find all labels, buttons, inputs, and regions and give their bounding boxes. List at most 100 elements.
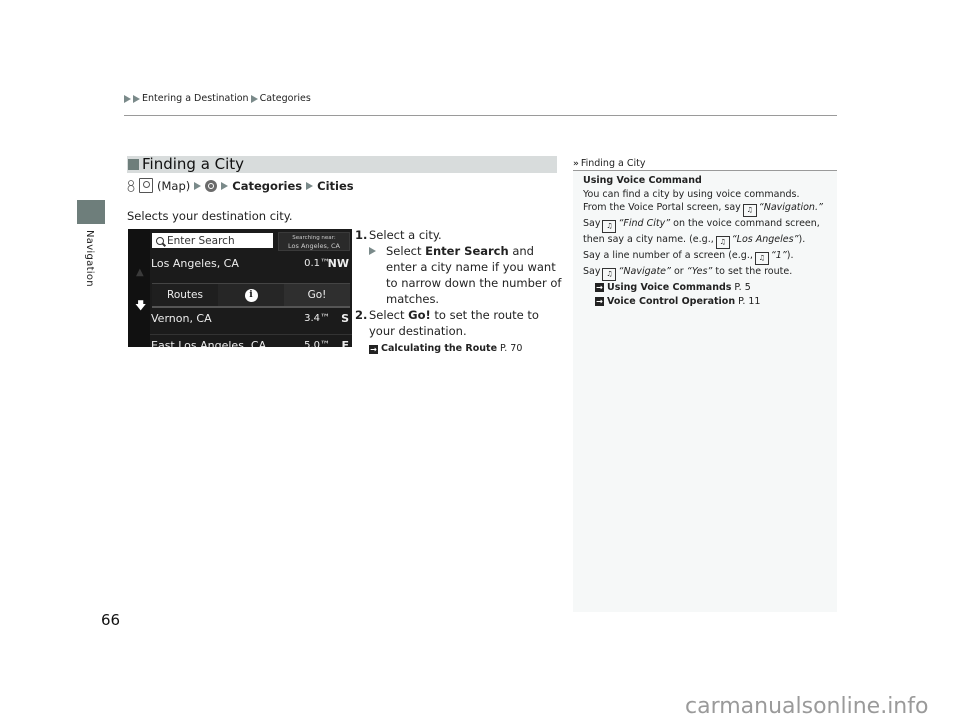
result-direction: NW	[327, 257, 349, 270]
search-input[interactable]: Enter Search	[152, 233, 273, 248]
notes-text: ).	[786, 250, 794, 261]
page-number: 66	[101, 611, 121, 629]
watermark: carmanualsonline.info	[685, 694, 929, 719]
notes-line: You can find a city by using voice comma…	[583, 188, 800, 200]
cross-reference-link[interactable]: → Calculating the Route P. 70	[369, 341, 565, 357]
info-icon: i	[244, 288, 258, 302]
result-name: Los Angeles, CA	[151, 257, 239, 270]
reference-page: P. 5	[734, 282, 751, 293]
step-1-substep: Select Enter Search and enter a city nam…	[369, 243, 565, 307]
arrow-up-icon[interactable]: ▲	[136, 267, 144, 278]
voice-command-text: “Los Angeles”	[731, 234, 799, 245]
device-screenshot: ▲ 🡇 Enter Search Searching near: Los Ang…	[128, 229, 352, 347]
result-name: Vernon, CA	[151, 312, 212, 325]
voice-command-text: “Navigate”	[618, 266, 671, 277]
result-row[interactable]: Los Angeles, CA 0.1™ NW	[150, 251, 352, 279]
notes-line: Say a line number of a screen (e.g., ♫ “1”…	[583, 249, 837, 265]
step-2: 2. Select Go! to set the route to your d…	[355, 307, 565, 339]
instruction-steps: 1. Select a city. Select Enter Search an…	[355, 227, 565, 357]
step-number: 2.	[355, 308, 368, 322]
path-step-cities: Cities	[317, 178, 354, 193]
notes-header: » Finding a City	[573, 157, 837, 171]
path-arrow-icon	[194, 181, 202, 190]
breadcrumb-arrow-icon	[133, 94, 140, 103]
double-chevron-icon: »	[573, 158, 579, 169]
go-term: Go!	[408, 308, 431, 322]
notes-text: or	[673, 266, 684, 277]
voice-command-text: “Find City”	[618, 218, 671, 229]
notes-text: then say a city name. (e.g.,	[583, 234, 714, 245]
substep-text: Select	[386, 244, 426, 258]
breadcrumb: Entering a Destination Categories	[124, 93, 311, 104]
routes-button[interactable]: Routes	[152, 284, 218, 306]
voice-command-icon: ♫	[602, 268, 617, 281]
notes-header-title: Finding a City	[580, 158, 646, 169]
chapter-tab-label: Navigation	[84, 230, 95, 287]
substep-arrow-icon	[369, 247, 376, 255]
reference-arrow-icon: →	[595, 296, 604, 306]
voice-command-icon: ♫	[742, 204, 757, 217]
result-distance: 3.4™	[304, 313, 330, 324]
result-actions: Routes i Go!	[152, 283, 350, 308]
breadcrumb-arrow-icon	[250, 94, 258, 103]
section-square-icon	[128, 159, 139, 170]
notes-text: Say a line number of a screen (e.g.,	[583, 250, 753, 261]
notes-line: Say ♫ “Find City” on the voice command scr…	[583, 217, 837, 233]
menu-path: (Map) Categories Cities	[127, 178, 354, 193]
voice-command-text: “1”	[770, 250, 787, 261]
map-label: (Map)	[157, 178, 191, 193]
searching-near-value: Los Angeles, CA	[288, 242, 340, 250]
searching-near-label: Searching near:	[292, 235, 336, 241]
path-arrow-icon	[306, 181, 314, 190]
scroll-bar[interactable]: ▲ 🡇	[128, 229, 150, 347]
info-button[interactable]: i	[218, 284, 284, 306]
header-divider	[124, 115, 837, 116]
path-arrow-icon	[221, 181, 229, 190]
reference-title: Calculating the Route	[381, 343, 498, 354]
reference-arrow-icon: →	[369, 344, 378, 354]
cross-reference-link[interactable]: → Voice Control Operation P. 11	[595, 295, 837, 309]
result-row[interactable]: East Los Angeles, CA 5.0™ E	[150, 333, 352, 347]
map-icon	[139, 178, 153, 193]
notes-text: to set the route.	[715, 266, 793, 277]
step-number: 1.	[355, 228, 368, 242]
result-distance: 5.0™	[304, 340, 330, 347]
reference-page: P. 70	[500, 343, 523, 354]
notes-line: From the Voice Portal screen, say ♫ “Navig…	[583, 201, 837, 217]
breadcrumb-arrow-icon	[124, 94, 131, 103]
breadcrumb-item[interactable]: Entering a Destination	[142, 93, 249, 104]
chapter-tab-marker	[77, 200, 105, 224]
step-1: 1. Select a city.	[355, 227, 565, 243]
notes-body: Using Voice Command You can find a city …	[573, 171, 837, 308]
notes-title: Using Voice Command	[583, 175, 702, 186]
reference-arrow-icon: →	[595, 283, 604, 293]
search-icon	[156, 236, 164, 245]
voice-command-icon: ♫	[602, 220, 617, 233]
path-step-categories: Categories	[232, 178, 303, 193]
notes-text: Say	[583, 266, 601, 277]
reference-page: P. 11	[738, 295, 761, 307]
result-name: East Los Angeles, CA	[151, 339, 267, 347]
result-direction: S	[341, 312, 349, 325]
reference-title: Voice Control Operation	[607, 295, 736, 307]
reference-title: Using Voice Commands	[607, 282, 732, 293]
notes-text: Say	[583, 218, 601, 229]
result-distance: 0.1™	[304, 258, 330, 269]
home-button-icon	[127, 179, 135, 192]
result-row[interactable]: Vernon, CA 3.4™ S	[150, 306, 352, 334]
section-header: Finding a City	[127, 156, 557, 173]
voice-command-text: “Yes”	[686, 266, 713, 277]
searching-near-button[interactable]: Searching near: Los Angeles, CA	[278, 232, 350, 251]
go-button[interactable]: Go!	[284, 284, 350, 306]
notes-sidebar: » Finding a City Using Voice Command You…	[573, 157, 837, 612]
notes-line: then say a city name. (e.g., ♫ “Los Angele…	[583, 233, 837, 249]
section-description: Selects your destination city.	[127, 209, 293, 223]
breadcrumb-item[interactable]: Categories	[260, 93, 311, 104]
step-text: Select a city.	[369, 228, 442, 242]
cross-reference-link[interactable]: → Using Voice Commands P. 5	[595, 281, 837, 295]
search-placeholder: Enter Search	[167, 234, 235, 247]
arrow-down-icon[interactable]: 🡇	[135, 297, 146, 316]
notes-text: ).	[798, 234, 806, 245]
notes-text: on the voice command screen,	[673, 218, 820, 229]
voice-command-text: “Navigation.”	[758, 202, 823, 213]
